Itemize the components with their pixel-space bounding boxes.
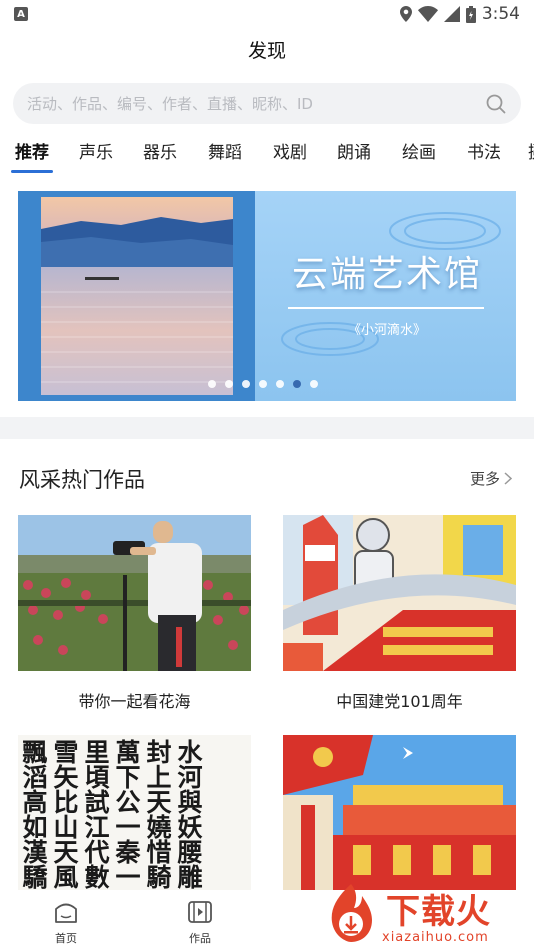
more-button[interactable]: 更多	[470, 468, 512, 489]
work-title: 带你一起看花海	[78, 692, 191, 711]
work-thumbnail[interactable]	[283, 735, 516, 891]
home-icon	[55, 903, 77, 923]
location-icon	[399, 6, 412, 22]
nav-home-label: 首页	[55, 932, 77, 945]
banner-divider	[288, 307, 484, 309]
signal-icon	[443, 6, 460, 22]
nav-home[interactable]: 首页	[36, 900, 96, 946]
category-tabs: 推荐 声乐 器乐 舞蹈 戏剧 朗诵 绘画 书法 摄	[0, 138, 534, 178]
tab-recommend[interactable]: 推荐	[15, 138, 49, 163]
banner-subtitle: 《小河滴水》	[347, 323, 426, 338]
battery-icon	[465, 5, 476, 23]
work-card[interactable]: 水河與妖腰雕 封上天嬈惜騎 萬下公一秦一 里頃試江代數 雪矢比山天風 飄滔高如漢…	[18, 735, 251, 908]
banner-lake-photo	[41, 197, 233, 395]
search-icon[interactable]	[485, 93, 507, 115]
tab-dance[interactable]: 舞蹈	[208, 138, 242, 163]
work-title: 中国建党101周年	[336, 692, 463, 711]
carousel-dot[interactable]	[310, 380, 318, 388]
fire-logo-icon	[331, 884, 372, 942]
carousel-dot-active[interactable]	[293, 380, 301, 388]
page-title: 发现	[247, 40, 286, 62]
active-tab-indicator	[11, 170, 53, 173]
search-placeholder: 活动、作品、编号、作者、直播、昵称、ID	[27, 95, 313, 113]
tab-photography[interactable]: 摄	[528, 138, 534, 163]
notification-icon: A	[14, 7, 28, 21]
clock: 3:54	[481, 4, 520, 24]
work-card[interactable]: 带你一起看花海	[18, 515, 251, 712]
status-bar: A 3:54	[0, 0, 534, 28]
carousel-dot[interactable]	[208, 380, 216, 388]
section-title: 风采热门作品	[19, 468, 145, 492]
nav-works[interactable]: 作品	[170, 900, 230, 946]
calligraphy-text: 水河與妖腰雕 封上天嬈惜騎 萬下公一秦一 里頃試江代數 雪矢比山天風 飄滔高如漢…	[19, 739, 203, 889]
tab-painting[interactable]: 绘画	[402, 138, 436, 163]
tab-vocal[interactable]: 声乐	[79, 138, 113, 163]
watermark-text: 下载火	[386, 892, 491, 932]
section-divider	[0, 417, 534, 439]
carousel-dot[interactable]	[242, 380, 250, 388]
search-input[interactable]: 活动、作品、编号、作者、直播、昵称、ID	[13, 83, 521, 124]
work-card[interactable]: 中国建党101周年	[283, 515, 516, 712]
more-label: 更多	[469, 470, 500, 488]
watermark: 下载火 xiazaihuo.com	[314, 878, 534, 950]
tab-recitation[interactable]: 朗诵	[337, 138, 371, 163]
work-thumbnail[interactable]	[283, 515, 516, 671]
carousel-dot[interactable]	[225, 380, 233, 388]
work-thumbnail[interactable]: 水河與妖腰雕 封上天嬈惜騎 萬下公一秦一 里頃試江代數 雪矢比山天風 飄滔高如漢…	[18, 735, 251, 891]
wifi-icon	[417, 6, 438, 22]
tab-calligraphy[interactable]: 书法	[467, 138, 501, 163]
chevron-right-icon	[504, 472, 512, 485]
nav-works-label: 作品	[189, 932, 211, 945]
tab-instrumental[interactable]: 器乐	[143, 138, 177, 163]
carousel-dot[interactable]	[276, 380, 284, 388]
carousel-dots	[208, 380, 318, 388]
video-icon	[188, 901, 212, 923]
carousel-dot[interactable]	[259, 380, 267, 388]
banner-carousel[interactable]: 云端艺术馆 《小河滴水》	[18, 191, 516, 401]
watermark-url: xiazaihuo.com	[382, 930, 489, 945]
tab-drama[interactable]: 戏剧	[273, 138, 307, 163]
work-thumbnail[interactable]	[18, 515, 251, 671]
banner-title: 云端艺术馆	[291, 254, 482, 295]
